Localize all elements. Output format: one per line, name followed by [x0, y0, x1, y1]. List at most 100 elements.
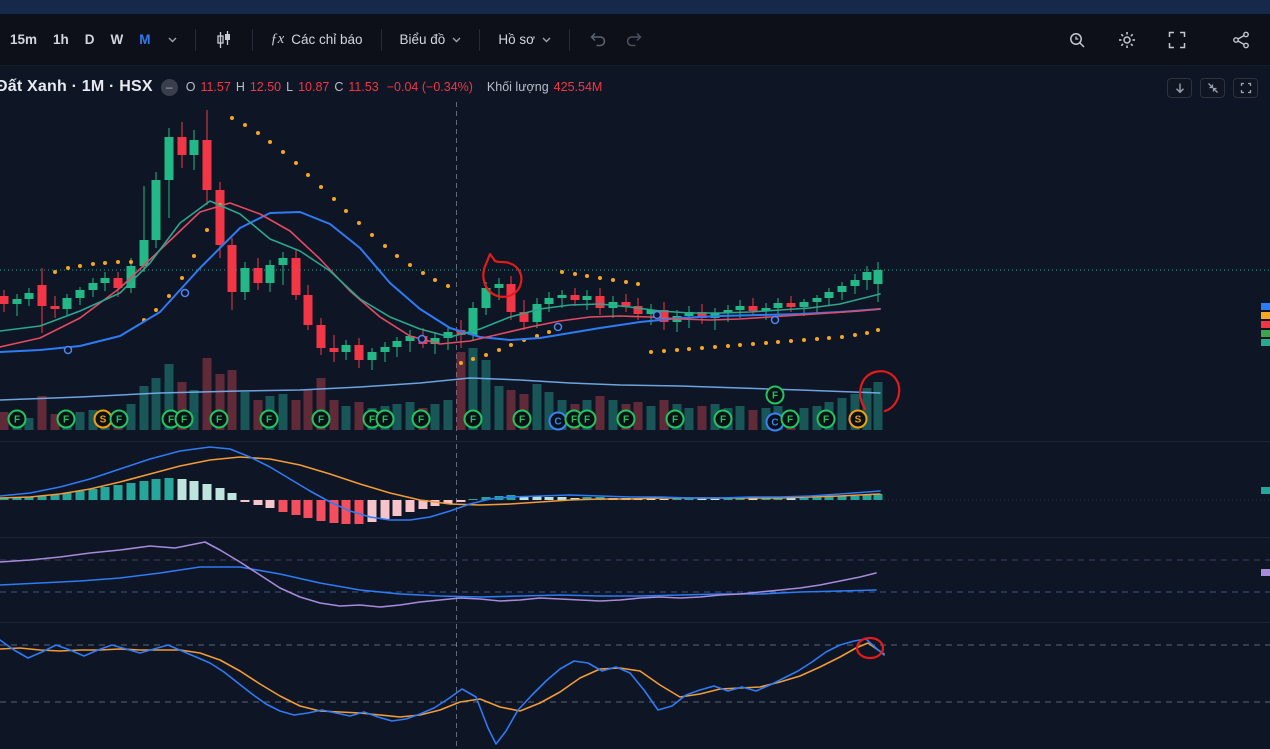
candlestick-icon: [216, 30, 230, 48]
svg-text:S: S: [855, 415, 862, 426]
trade-badge-s[interactable]: S: [93, 409, 113, 429]
indicators-button[interactable]: ƒx Các chỉ báo: [262, 25, 372, 54]
minus-icon: –: [165, 80, 173, 94]
indicators-label: Các chỉ báo: [291, 32, 363, 47]
trade-badge-s[interactable]: S: [848, 409, 868, 429]
trade-badge-f[interactable]: F: [174, 409, 194, 429]
toolbar-separator: [568, 28, 570, 51]
svg-text:F: F: [369, 415, 375, 426]
svg-text:F: F: [181, 415, 187, 426]
volume-label: Khối lượng: [486, 80, 549, 94]
timeframe-1h[interactable]: 1h: [45, 26, 77, 53]
profile-button[interactable]: Hồ sơ: [489, 26, 560, 53]
stochastic-pane-layer: [0, 638, 885, 745]
undo-button[interactable]: [579, 25, 616, 54]
search-button[interactable]: [1064, 27, 1090, 53]
volume-value: 425.54M: [553, 80, 603, 94]
trade-badge-f[interactable]: F: [780, 409, 800, 429]
svg-text:F: F: [519, 415, 525, 426]
trade-badge-f[interactable]: F: [616, 409, 636, 429]
change-value: −0.04 (−0.34%): [386, 80, 473, 94]
low-label: L: [286, 80, 294, 94]
toolbar-right-icons: [1064, 27, 1254, 53]
chevron-down-icon: [168, 37, 177, 42]
svg-text:F: F: [318, 415, 324, 426]
trade-badge-f[interactable]: F: [463, 409, 483, 429]
window-top-bar: [0, 0, 1270, 14]
trade-badge-f[interactable]: F: [816, 409, 836, 429]
timeframe-d[interactable]: D: [77, 26, 103, 53]
profile-label: Hồ sơ: [498, 32, 535, 47]
chart-canvas[interactable]: F F S F F F F F F F F F F F C F F F F FFC F F S: [0, 0, 1270, 749]
close-value: 11.53: [348, 80, 379, 94]
trade-badge-f[interactable]: F: [311, 409, 331, 429]
trade-badge-c[interactable]: C: [548, 411, 568, 431]
toolbar-separator: [479, 28, 481, 51]
undo-icon: [590, 32, 606, 47]
toolbar-separator: [251, 28, 253, 51]
timeframe-m[interactable]: M: [131, 26, 158, 53]
trade-badge-f[interactable]: F: [209, 409, 229, 429]
volume-readout: Khối lượng 425.54M: [487, 80, 602, 94]
high-label: H: [235, 80, 245, 94]
toolbar-separator: [194, 28, 196, 51]
chevron-down-icon: [452, 37, 461, 42]
hide-indicator-button[interactable]: –: [160, 78, 178, 96]
svg-text:F: F: [823, 415, 829, 426]
share-icon: [1233, 31, 1249, 48]
svg-text:F: F: [772, 391, 778, 402]
redo-button[interactable]: [616, 25, 653, 54]
high-value: 12.50: [249, 80, 282, 94]
maximize-pane-button[interactable]: [1233, 78, 1258, 98]
timeframe-15m[interactable]: 15m: [2, 26, 45, 53]
settings-button[interactable]: [1114, 27, 1140, 53]
chart-toolbar: 15m 1h D W M ƒx Các chỉ báo Biểu đồ Hồ s…: [0, 14, 1270, 66]
arrow-down-icon: [1175, 83, 1184, 94]
trade-badge-f[interactable]: F: [56, 409, 76, 429]
svg-text:S: S: [100, 415, 107, 426]
share-button[interactable]: [1228, 27, 1254, 53]
moving-averages-layer: [0, 200, 881, 353]
collapse-pane-button[interactable]: [1200, 78, 1225, 98]
maximize-icon: [1240, 82, 1251, 94]
trade-badge-f[interactable]: F: [411, 409, 431, 429]
price-scale-chips-layer: [1261, 303, 1270, 576]
fullscreen-button[interactable]: [1164, 27, 1190, 53]
trade-badge-f[interactable]: F: [512, 409, 532, 429]
fx-icon: ƒx: [270, 31, 285, 47]
chart-style-button[interactable]: [205, 24, 243, 56]
svg-text:C: C: [554, 417, 561, 428]
svg-text:F: F: [382, 415, 388, 426]
svg-text:F: F: [168, 415, 174, 426]
trade-badge-f[interactable]: F: [375, 409, 395, 429]
fullscreen-icon: [1168, 31, 1186, 48]
volume-layer: [0, 348, 883, 430]
trade-badge-f[interactable]: F: [7, 409, 27, 429]
move-pane-down-button[interactable]: [1167, 78, 1192, 98]
svg-text:F: F: [720, 415, 726, 426]
redo-icon: [626, 32, 642, 47]
chart-layout-button[interactable]: Biểu đồ: [391, 26, 471, 53]
timeframe-w[interactable]: W: [103, 26, 132, 53]
trade-badge-c[interactable]: C: [765, 412, 785, 432]
open-label: O: [185, 80, 196, 94]
symbol-title[interactable]: Đất Xanh · 1M · HSX: [0, 78, 153, 96]
ohlc-readout: O 11.57 H 12.50 L 10.87 C 11.53 −0.04 (−…: [186, 80, 473, 94]
trade-badge-f[interactable]: F: [713, 409, 733, 429]
trade-badge-f[interactable]: F: [665, 409, 685, 429]
collapse-icon: [1207, 83, 1218, 93]
svg-text:F: F: [266, 415, 272, 426]
trade-badge-f[interactable]: F: [259, 409, 279, 429]
search-icon: [1070, 32, 1085, 48]
svg-text:F: F: [14, 415, 20, 426]
svg-text:F: F: [470, 415, 476, 426]
trade-badge-f[interactable]: F: [577, 409, 597, 429]
trade-badge-f[interactable]: F: [109, 409, 129, 429]
toolbar-separator: [380, 28, 382, 51]
svg-text:F: F: [623, 415, 629, 426]
close-label: C: [334, 80, 344, 94]
trade-badge-f[interactable]: F: [765, 385, 785, 405]
timeframe-menu-button[interactable]: [159, 31, 186, 49]
svg-text:F: F: [571, 415, 577, 426]
svg-text:F: F: [418, 415, 424, 426]
